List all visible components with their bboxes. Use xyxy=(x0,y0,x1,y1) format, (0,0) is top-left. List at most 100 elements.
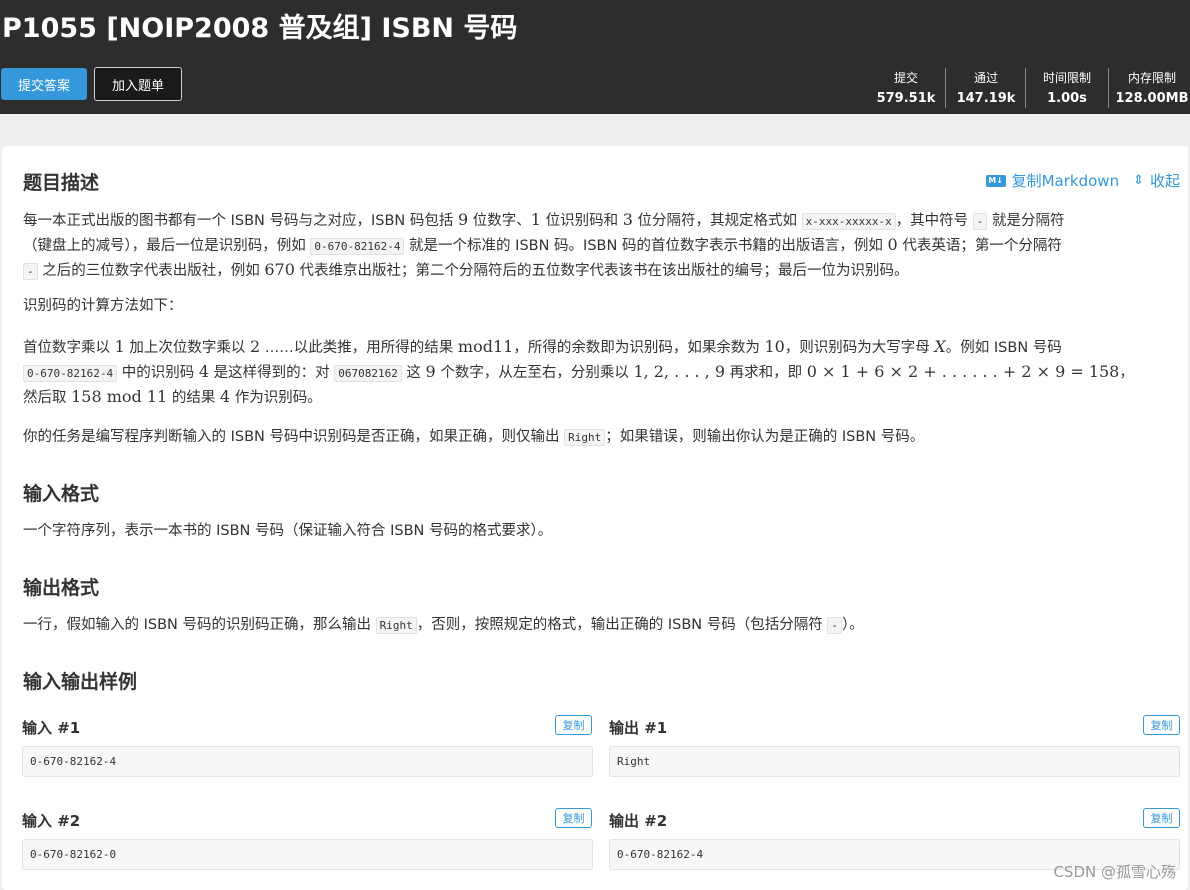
copy-input-2-button[interactable]: 复制 xyxy=(555,808,592,828)
math-expression: mod11 xyxy=(457,337,514,356)
math-number: 4 xyxy=(198,362,209,381)
add-to-list-button[interactable]: 加入题单 xyxy=(94,67,182,101)
inline-code: - xyxy=(972,213,988,230)
copy-markdown-link[interactable]: 复制Markdown xyxy=(1012,170,1119,191)
page-title: P1055 [NOIP2008 普及组] ISBN 号码 xyxy=(2,13,518,44)
stat-value: 579.51k xyxy=(876,91,936,106)
text: 位分隔符，其规定格式如 xyxy=(632,213,802,229)
math-expression: 1, 2, . . . , 9 xyxy=(633,362,726,381)
text: 就是一个标准的 ISBN 码。ISBN 码的首位数字表示书籍的出版语言，例如 xyxy=(404,238,888,254)
inline-code: 067082162 xyxy=(334,365,402,382)
math-variable: X xyxy=(934,337,946,356)
math-number: 4 xyxy=(219,387,231,406)
inline-code: 0-670-82162-4 xyxy=(310,238,405,255)
copy-input-1-button[interactable]: 复制 xyxy=(555,715,592,735)
stat-value: 147.19k xyxy=(956,91,1016,106)
text: 作为识别码。 xyxy=(230,390,322,406)
text: 中的识别码 xyxy=(117,365,199,381)
text: ，则识别码为大写字母 xyxy=(784,340,935,356)
text: 加上次位数字乘以 xyxy=(124,340,251,356)
text: 是这样得到的：对 xyxy=(209,365,335,381)
collapse-link[interactable]: 收起 xyxy=(1150,170,1180,191)
inline-code: - xyxy=(827,617,842,634)
text: 位识别码和 xyxy=(540,213,623,229)
divider xyxy=(1108,68,1109,108)
inline-code: x-xxx-xxxxx-x xyxy=(801,213,896,230)
stat-accepted: 通过 147.19k xyxy=(952,68,1020,110)
collapse-icon: ⇕ xyxy=(1133,173,1144,188)
stat-time-limit: 时间限制 1.00s xyxy=(1030,68,1104,110)
text: ……以此类推，用所得的结果 xyxy=(260,340,458,356)
text: 就是分隔符 xyxy=(987,213,1065,229)
stat-label: 时间限制 xyxy=(1042,71,1091,85)
stat-value: 128.00MB xyxy=(1115,91,1189,106)
description-tools: M↓ 复制Markdown ⇕ 收起 xyxy=(985,170,1180,191)
problem-content-card: 题目描述 M↓ 复制Markdown ⇕ 收起 每一本正式出版的图书都有一个 I… xyxy=(2,146,1188,890)
inline-code: Right xyxy=(564,429,606,446)
text: 这 xyxy=(401,365,426,381)
math-number: 1 xyxy=(114,337,125,356)
divider xyxy=(1025,68,1026,108)
watermark: CSDN @孤雪心殇 xyxy=(1053,863,1176,881)
sample-output-label: 输出 #2 xyxy=(609,812,668,830)
problem-header: P1055 [NOIP2008 普及组] ISBN 号码 提交答案 加入题单 提… xyxy=(0,0,1190,114)
math-number: 670 xyxy=(264,260,295,279)
sample-input-box: 0-670-82162-4 xyxy=(22,746,593,777)
math-number: 0 xyxy=(887,235,898,254)
stat-label: 内存限制 xyxy=(1127,71,1176,85)
divider xyxy=(945,68,946,108)
description-heading: 题目描述 xyxy=(23,172,100,194)
text: （键盘上的减号），最后一位是识别码，例如 xyxy=(23,238,311,254)
text: 个数字，从左至右，分别乘以 xyxy=(435,365,634,381)
description-paragraph-2: 识别码的计算方法如下： xyxy=(23,298,183,314)
copy-output-1-button[interactable]: 复制 xyxy=(1143,715,1180,735)
text: ，所得的余数即为识别码，如果余数为 xyxy=(513,340,765,356)
math-expression: 0 × 1 + 6 × 2 + . . . . . . + 2 × 9 = 15… xyxy=(806,362,1120,381)
inline-code: Right xyxy=(375,617,417,634)
sample-input-label: 输入 #1 xyxy=(22,719,81,737)
samples-heading: 输入输出样例 xyxy=(23,671,138,693)
math-expression: 158 mod 11 xyxy=(71,387,168,406)
stat-value: 1.00s xyxy=(1047,91,1087,106)
inline-code: - xyxy=(23,263,38,280)
text: ）。 xyxy=(841,617,864,633)
text: 位数字、 xyxy=(468,213,531,229)
input-format-text: 一个字符序列，表示一本书的 ISBN 号码（保证输入符合 ISBN 号码的格式要… xyxy=(23,523,553,539)
math-number: 2 xyxy=(250,337,261,356)
stat-submissions: 提交 579.51k xyxy=(872,68,940,110)
math-number: 9 xyxy=(457,210,469,229)
sample-output-box: Right xyxy=(609,746,1180,777)
markdown-icon: M↓ xyxy=(985,174,1006,187)
text: ；如果错误，则输出你认为是正确的 ISBN 号码。 xyxy=(605,429,925,445)
submit-answer-button[interactable]: 提交答案 xyxy=(1,68,87,100)
text: 的结果 xyxy=(167,390,220,406)
text: 。例如 ISBN 号码 xyxy=(945,340,1062,356)
inline-code: 0-670-82162-4 xyxy=(23,365,118,382)
text: 代表英语；第一个分隔符 xyxy=(897,238,1062,254)
text: ，其中符号 xyxy=(895,213,973,229)
math-number: 10 xyxy=(764,337,785,356)
text: 代表维京出版社；第二个分隔符后的五位数字代表该书在该出版社的编号；最后一位为识别… xyxy=(294,263,909,279)
math-number: 9 xyxy=(425,362,436,381)
text: 然后取 xyxy=(23,390,72,406)
copy-output-2-button[interactable]: 复制 xyxy=(1143,808,1180,828)
stat-memory-limit: 内存限制 128.00MB xyxy=(1114,68,1190,110)
text: 再求和，即 xyxy=(725,365,807,381)
stat-label: 通过 xyxy=(973,71,998,85)
text: 一行，假如输入的 ISBN 号码的识别码正确，那么输出 xyxy=(23,617,376,633)
description-paragraph-1: 每一本正式出版的图书都有一个 ISBN 号码与之对应，ISBN 码包括 9 位数… xyxy=(23,207,1173,282)
description-paragraph-3: 首位数字乘以 1 加上次位数字乘以 2 ……以此类推，用所得的结果 mod11，… xyxy=(23,334,1173,409)
text: ， xyxy=(1119,365,1134,381)
text: ，否则，按照规定的格式，输出正确的 ISBN 号码（包括分隔符 xyxy=(416,617,828,633)
output-format-heading: 输出格式 xyxy=(23,577,100,599)
output-format-text: 一行，假如输入的 ISBN 号码的识别码正确，那么输出 Right ，否则，按照规… xyxy=(23,613,1173,638)
text: 你的任务是编写程序判断输入的 ISBN 号码中识别码是否正确，如果正确，则仅输出 xyxy=(23,429,565,445)
math-number: 1 xyxy=(530,210,541,229)
text: 首位数字乘以 xyxy=(23,340,115,356)
text: 每一本正式出版的图书都有一个 ISBN 号码与之对应，ISBN 码包括 xyxy=(23,213,458,229)
sample-input-box: 0-670-82162-0 xyxy=(22,839,593,870)
text: 之后的三位数字代表出版社，例如 xyxy=(37,263,265,279)
sample-output-label: 输出 #1 xyxy=(609,719,668,737)
math-number: 3 xyxy=(622,210,633,229)
sample-input-label: 输入 #2 xyxy=(22,812,81,830)
